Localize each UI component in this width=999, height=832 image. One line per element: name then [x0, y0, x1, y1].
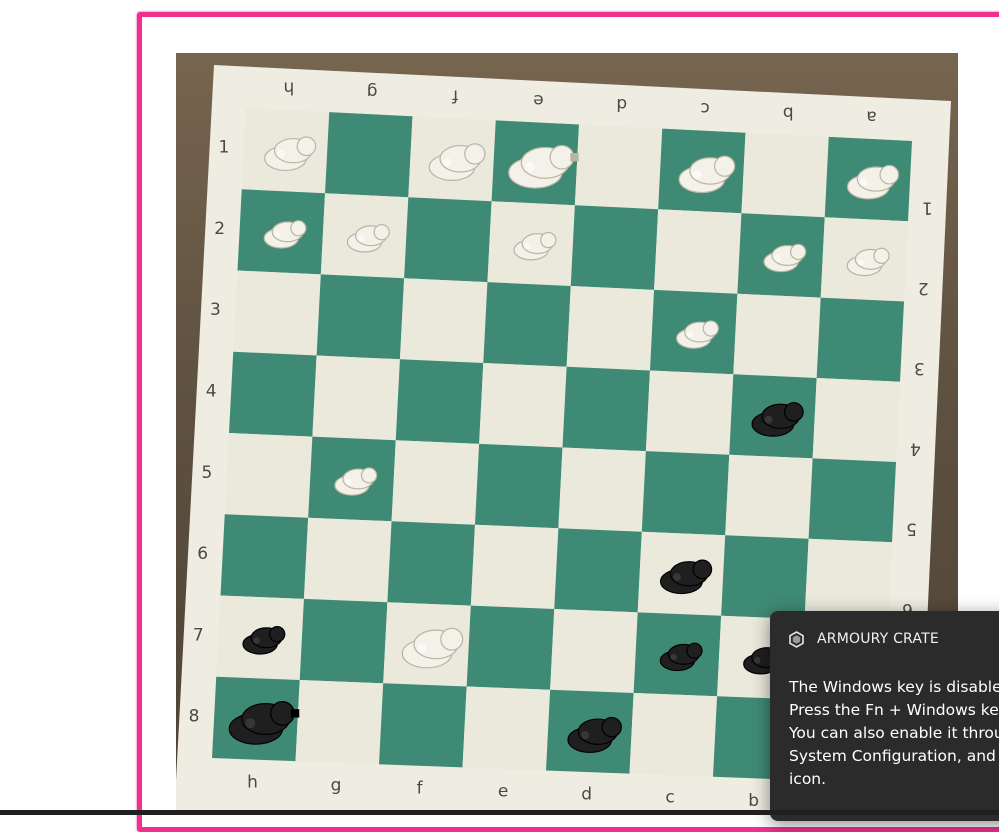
board-square — [554, 528, 642, 613]
board-square — [641, 451, 730, 536]
file-label-top: d — [616, 94, 627, 114]
file-label-bottom: g — [331, 775, 342, 795]
board-square — [399, 278, 488, 363]
board-square — [812, 378, 900, 462]
board-square — [299, 598, 388, 684]
rank-label-right: 4 — [910, 438, 921, 458]
board-square — [629, 693, 718, 777]
toast-line: Press the Fn + Windows key — [789, 701, 999, 719]
board-square — [404, 197, 492, 283]
board-square — [574, 124, 663, 210]
board-square — [470, 524, 559, 609]
board-square — [474, 443, 563, 529]
board-square — [570, 205, 659, 290]
file-label-bottom: e — [498, 782, 508, 802]
board-square — [303, 517, 392, 603]
board-square — [479, 363, 567, 448]
board-square — [312, 355, 400, 441]
rank-label-left: 8 — [189, 707, 200, 727]
file-label-top: g — [367, 81, 378, 101]
rank-label-left: 3 — [210, 300, 221, 320]
board-square — [741, 132, 829, 218]
toast-message: The Windows key is disabled. Press the F… — [789, 676, 999, 791]
board-square — [391, 440, 480, 525]
board-square — [804, 538, 892, 623]
board-square — [654, 209, 742, 294]
file-label-bottom: f — [417, 778, 424, 798]
file-label-top: e — [533, 90, 543, 110]
rank-label-left: 5 — [201, 463, 212, 483]
rank-label-right: 1 — [922, 198, 933, 218]
board-square — [550, 609, 638, 693]
board-square — [316, 274, 405, 360]
board-square — [387, 521, 475, 606]
toast-title: ARMOURY CRATE — [817, 631, 939, 647]
notification-toast[interactable]: ARMOURY CRATE The Windows key is disable… — [770, 611, 999, 821]
board-square — [721, 535, 809, 620]
board-square — [220, 514, 309, 599]
rank-label-right: 5 — [906, 519, 917, 539]
toast-line: You can also enable it through — [789, 724, 999, 742]
file-label-bottom: h — [247, 772, 258, 792]
board-square — [808, 458, 896, 543]
board-square — [462, 686, 551, 771]
board-square — [295, 680, 384, 765]
board-square — [566, 286, 655, 371]
board-square — [558, 447, 646, 532]
rank-label-left: 7 — [193, 625, 204, 645]
file-label-top: b — [783, 102, 794, 122]
toast-header: ARMOURY CRATE — [788, 628, 939, 650]
file-label-top: f — [451, 86, 458, 106]
board-square — [466, 605, 555, 690]
board-square — [229, 351, 317, 437]
rank-label-right: 2 — [918, 278, 929, 298]
file-label-bottom: b — [748, 791, 759, 811]
board-square — [395, 359, 484, 444]
toast-line: The Windows key is disabled. — [789, 678, 999, 696]
board-square — [379, 683, 467, 768]
toast-line: System Configuration, and t — [789, 747, 999, 765]
board-square — [725, 454, 813, 539]
board-square — [733, 293, 821, 378]
board-square — [483, 282, 571, 367]
board-square — [816, 297, 904, 382]
board-square — [224, 433, 313, 518]
file-label-bottom: c — [665, 788, 674, 808]
rank-label-right: 3 — [914, 358, 925, 378]
board-square — [233, 270, 321, 356]
taskbar-edge — [0, 810, 999, 815]
rank-label-left: 4 — [206, 381, 217, 401]
rank-label-left: 1 — [218, 138, 229, 158]
file-label-top: a — [866, 106, 876, 126]
board-square — [325, 112, 413, 198]
rank-label-left: 6 — [197, 544, 208, 564]
board-square — [645, 370, 734, 455]
rank-label-left: 2 — [214, 219, 225, 239]
file-label-bottom: d — [581, 785, 592, 805]
file-label-top: c — [700, 98, 709, 118]
armoury-crate-icon — [789, 630, 804, 648]
toast-line: icon. — [789, 770, 827, 788]
board-square — [562, 366, 650, 452]
file-label-top: h — [283, 77, 294, 97]
